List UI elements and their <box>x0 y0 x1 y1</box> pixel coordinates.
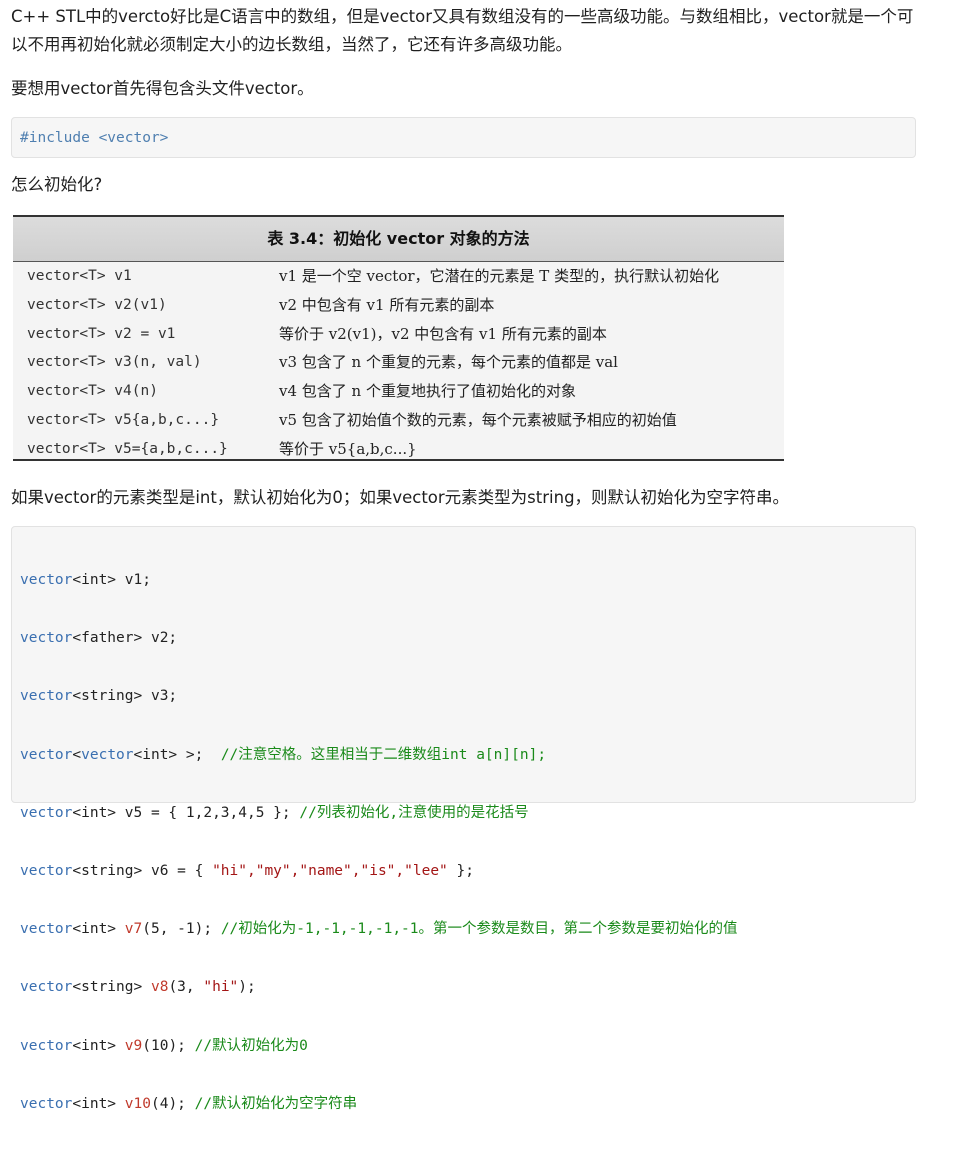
code-keyword: vector <box>20 862 73 879</box>
table-cell-code: vector<T> v2(v1) <box>27 296 167 313</box>
table-cell-code: vector<T> v1 <box>27 268 132 284</box>
table-cell-desc: v3 包含了 n 个重复的元素，每个元素的值都是 val <box>279 353 618 372</box>
code-text: <int> v1; <box>72 572 151 588</box>
code-line: vector<string> v6 = { "hi","my","name","… <box>20 858 738 884</box>
include-line: #include <vector> <box>20 130 169 146</box>
code-line: vector<string> v3; <box>20 683 738 709</box>
code-text: <int> <box>72 921 125 938</box>
code-comment: //默认初始化为空字符串 <box>194 1095 358 1112</box>
code-comment: //注意空格。这里相当于二维数组int a[n][n]; <box>220 746 547 763</box>
code-text: (4); <box>150 1095 195 1112</box>
code-keyword: vector <box>20 1037 73 1054</box>
table-title: 表 3.4：初始化 vector 对象的方法 <box>13 217 784 262</box>
table-cell-code: vector<T> v5={a,b,c...} <box>27 440 228 457</box>
code-text: < <box>72 746 82 763</box>
table-cell-desc: 等价于 v5{a,b,c...} <box>279 439 417 458</box>
code-text: <int> >; <box>133 746 221 763</box>
code-text: ); <box>238 979 256 996</box>
code-keyword: vector <box>20 921 73 938</box>
init-methods-table: 表 3.4：初始化 vector 对象的方法 vector<T> v1 v1 是… <box>13 215 784 461</box>
code-keyword: vector <box>20 688 73 705</box>
table-cell-code: vector<T> v5{a,b,c...} <box>27 411 220 428</box>
include-code-block: #include <vector> <box>11 117 916 158</box>
code-line: vector<father> v2; <box>20 625 738 651</box>
code-line: vector<int> v9(10); //默认初始化为0 <box>20 1033 738 1059</box>
code-line: vector<string> v8(3, "hi"); <box>20 974 738 1000</box>
table-cell-desc: 等价于 v2(v1)，v2 中包含有 v1 所有元素的副本 <box>279 324 607 343</box>
table-cell-code: vector<T> v4(n) <box>27 383 158 400</box>
code-text: }; <box>447 862 474 879</box>
code-keyword: vector <box>20 746 73 763</box>
table-cell-desc: v4 包含了 n 个重复地执行了值初始化的对象 <box>279 382 576 401</box>
table-row: vector<T> v1 v1 是一个空 vector，它潜在的元素是 T 类型… <box>13 262 784 291</box>
code-keyword: vector <box>20 630 73 647</box>
code-comment: //初始化为-1,-1,-1,-1,-1。第一个参数是数目，第二个参数是要初始化… <box>220 921 738 938</box>
code-text: <string> v3; <box>72 688 178 705</box>
code-line: vector<int> v10(4); //默认初始化为空字符串 <box>20 1091 738 1117</box>
table-cell-desc: v1 是一个空 vector，它潜在的元素是 T 类型的，执行默认初始化 <box>279 267 720 285</box>
code-identifier: v10 <box>124 1095 151 1112</box>
code-text: <father> v2; <box>72 630 178 647</box>
code-keyword: vector <box>20 572 73 588</box>
code-comment: //列表初始化,注意使用的是花括号 <box>299 804 529 821</box>
code-text: (10); <box>142 1037 195 1054</box>
code-identifier: v8 <box>150 979 169 996</box>
header-note: 要想用vector首先得包含头文件vector。 <box>11 79 314 98</box>
default-init-note: 如果vector的元素类型是int，默认初始化为0；如果vector元素类型为s… <box>11 488 790 507</box>
code-identifier: v9 <box>124 1037 143 1054</box>
code-line: vector<int> v5 = { 1,2,3,4,5 }; //列表初始化,… <box>20 800 738 826</box>
code-comment: //默认初始化为0 <box>194 1037 308 1054</box>
code-text: <string> <box>72 979 151 996</box>
intro-paragraph: C++ STL中的vercto好比是C语言中的数组，但是vector又具有数组没… <box>11 7 914 54</box>
table-cell-code: vector<T> v2 = v1 <box>27 325 176 342</box>
code-line: vector<vector<int> >; //注意空格。这里相当于二维数组in… <box>20 742 738 768</box>
code-text: <int> v5 = { 1,2,3,4,5 }; <box>72 804 300 821</box>
table-row: vector<T> v4(n) v4 包含了 n 个重复地执行了值初始化的对象 <box>13 377 784 406</box>
table-row: vector<T> v3(n, val) v3 包含了 n 个重复的元素，每个元… <box>13 348 784 377</box>
code-text: (3, <box>168 979 204 996</box>
code-line: vector<int> v1; <box>20 567 738 593</box>
code-line: vector<int> v7(5, -1); //初始化为-1,-1,-1,-1… <box>20 916 738 942</box>
code-keyword: vector <box>20 979 73 996</box>
table-row: vector<T> v2(v1) v2 中包含有 v1 所有元素的副本 <box>13 291 784 320</box>
code-text: (5, -1); <box>142 921 221 938</box>
code-keyword: vector <box>20 804 73 821</box>
vector-code-block: vector<int> v1; vector<father> v2; vecto… <box>11 526 916 1112</box>
table-cell-code: vector<T> v3(n, val) <box>27 354 202 371</box>
table-cell-desc: v5 包含了初始值个数的元素，每个元素被赋予相应的初始值 <box>279 410 677 429</box>
code-keyword: vector <box>20 1095 73 1112</box>
init-question: 怎么初始化? <box>11 175 103 194</box>
table-cell-desc: v2 中包含有 v1 所有元素的副本 <box>279 295 495 314</box>
code-text: <int> <box>72 1095 125 1112</box>
code-text: <string> v6 = { <box>72 862 213 879</box>
code-string: "hi" <box>203 979 239 996</box>
code-identifier: v7 <box>124 921 143 938</box>
code-keyword: vector <box>81 746 134 763</box>
table-row: vector<T> v5{a,b,c...} v5 包含了初始值个数的元素，每个… <box>13 406 784 435</box>
table-row: vector<T> v5={a,b,c...} 等价于 v5{a,b,c...} <box>13 435 784 464</box>
code-string: "hi","my","name","is","lee" <box>212 862 448 879</box>
code-text: <int> <box>72 1037 125 1054</box>
table-row: vector<T> v2 = v1 等价于 v2(v1)，v2 中包含有 v1 … <box>13 320 784 349</box>
